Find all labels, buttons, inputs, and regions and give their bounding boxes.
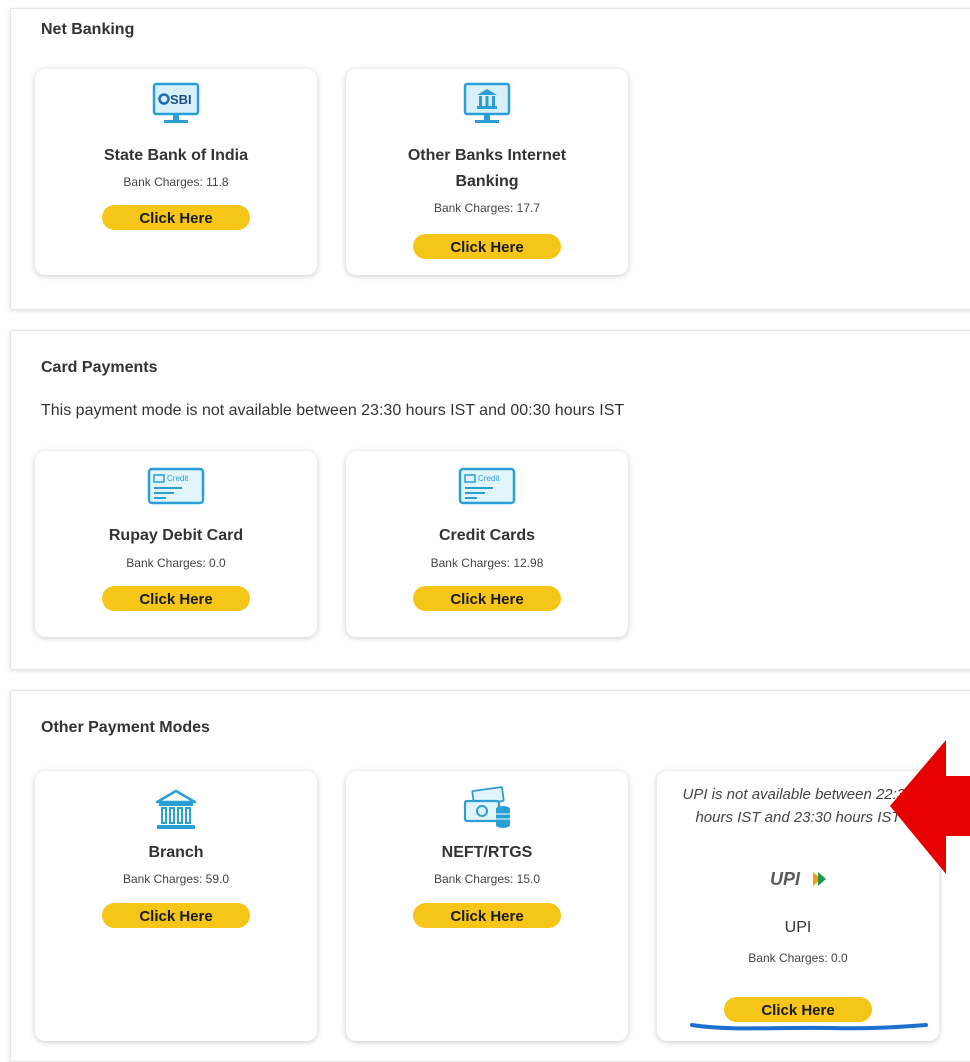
credit-cards-card: Credit Credit Cards Bank Charges: 12.98 … <box>346 451 628 637</box>
other-banks-card: Other Banks Internet Banking Bank Charge… <box>346 69 628 275</box>
card-name: Credit Cards <box>438 527 536 544</box>
net-banking-section: Net Banking SBI State Bank of India Bank… <box>10 8 970 310</box>
card-name: UPI <box>784 919 812 936</box>
card-icon-text: Credit <box>478 474 500 483</box>
bank-charges: Bank Charges: 17.7 <box>433 201 541 215</box>
card-name: Branch <box>148 844 204 861</box>
underline-annotation <box>690 1023 928 1031</box>
bank-charges: Bank Charges: 0.0 <box>126 556 226 570</box>
card-payments-availability-note: This payment mode is not available betwe… <box>41 402 625 419</box>
branch-card: Branch Bank Charges: 59.0 Click Here <box>35 771 317 1041</box>
rupay-card: Credit Rupay Debit Card Bank Charges: 0.… <box>35 451 317 637</box>
card-name: Other Banks Internet Banking <box>407 147 567 190</box>
branch-click-here-button[interactable]: Click Here <box>102 903 250 928</box>
card-name: Rupay Debit Card <box>108 527 244 544</box>
other-payment-modes-title: Other Payment Modes <box>41 719 210 736</box>
other-payment-modes-section: Other Payment Modes Branch Bank Charges:… <box>10 690 970 1062</box>
bank-charges: Bank Charges: 59.0 <box>122 872 230 886</box>
sbi-click-here-button[interactable]: Click Here <box>102 205 250 230</box>
card-name: State Bank of India <box>103 147 249 164</box>
bank-building-icon <box>154 789 198 836</box>
bank-monitor-icon <box>462 81 512 132</box>
other-banks-click-here-button[interactable]: Click Here <box>413 234 561 259</box>
bank-charges: Bank Charges: 15.0 <box>433 872 541 886</box>
card-icon-text: Credit <box>167 474 189 483</box>
card-name: NEFT/RTGS <box>441 844 533 861</box>
card-payments-title: Card Payments <box>41 359 158 376</box>
credit-cards-click-here-button[interactable]: Click Here <box>413 586 561 611</box>
sbi-logo-text: SBI <box>170 92 192 107</box>
credit-card-icon: Credit <box>147 467 205 510</box>
red-arrow-icon <box>890 740 970 874</box>
sbi-monitor-icon: SBI <box>151 81 201 132</box>
net-banking-title: Net Banking <box>41 21 135 38</box>
neft-rtgs-click-here-button[interactable]: Click Here <box>413 903 561 928</box>
neft-rtgs-card: NEFT/RTGS Bank Charges: 15.0 Click Here <box>346 771 628 1041</box>
bank-charges: Bank Charges: 12.98 <box>430 556 544 570</box>
card-payments-section: Card Payments This payment mode is not a… <box>10 330 970 670</box>
upi-logo-text: UPI <box>770 869 801 889</box>
credit-card-icon: Credit <box>458 467 516 510</box>
sbi-card: SBI State Bank of India Bank Charges: 11… <box>35 69 317 275</box>
bank-charges: Bank Charges: 11.8 <box>123 175 229 189</box>
upi-logo-icon: UPI <box>768 868 828 895</box>
cash-coins-icon <box>461 785 513 836</box>
bank-charges: Bank Charges: 0.0 <box>748 951 848 965</box>
rupay-click-here-button[interactable]: Click Here <box>102 586 250 611</box>
